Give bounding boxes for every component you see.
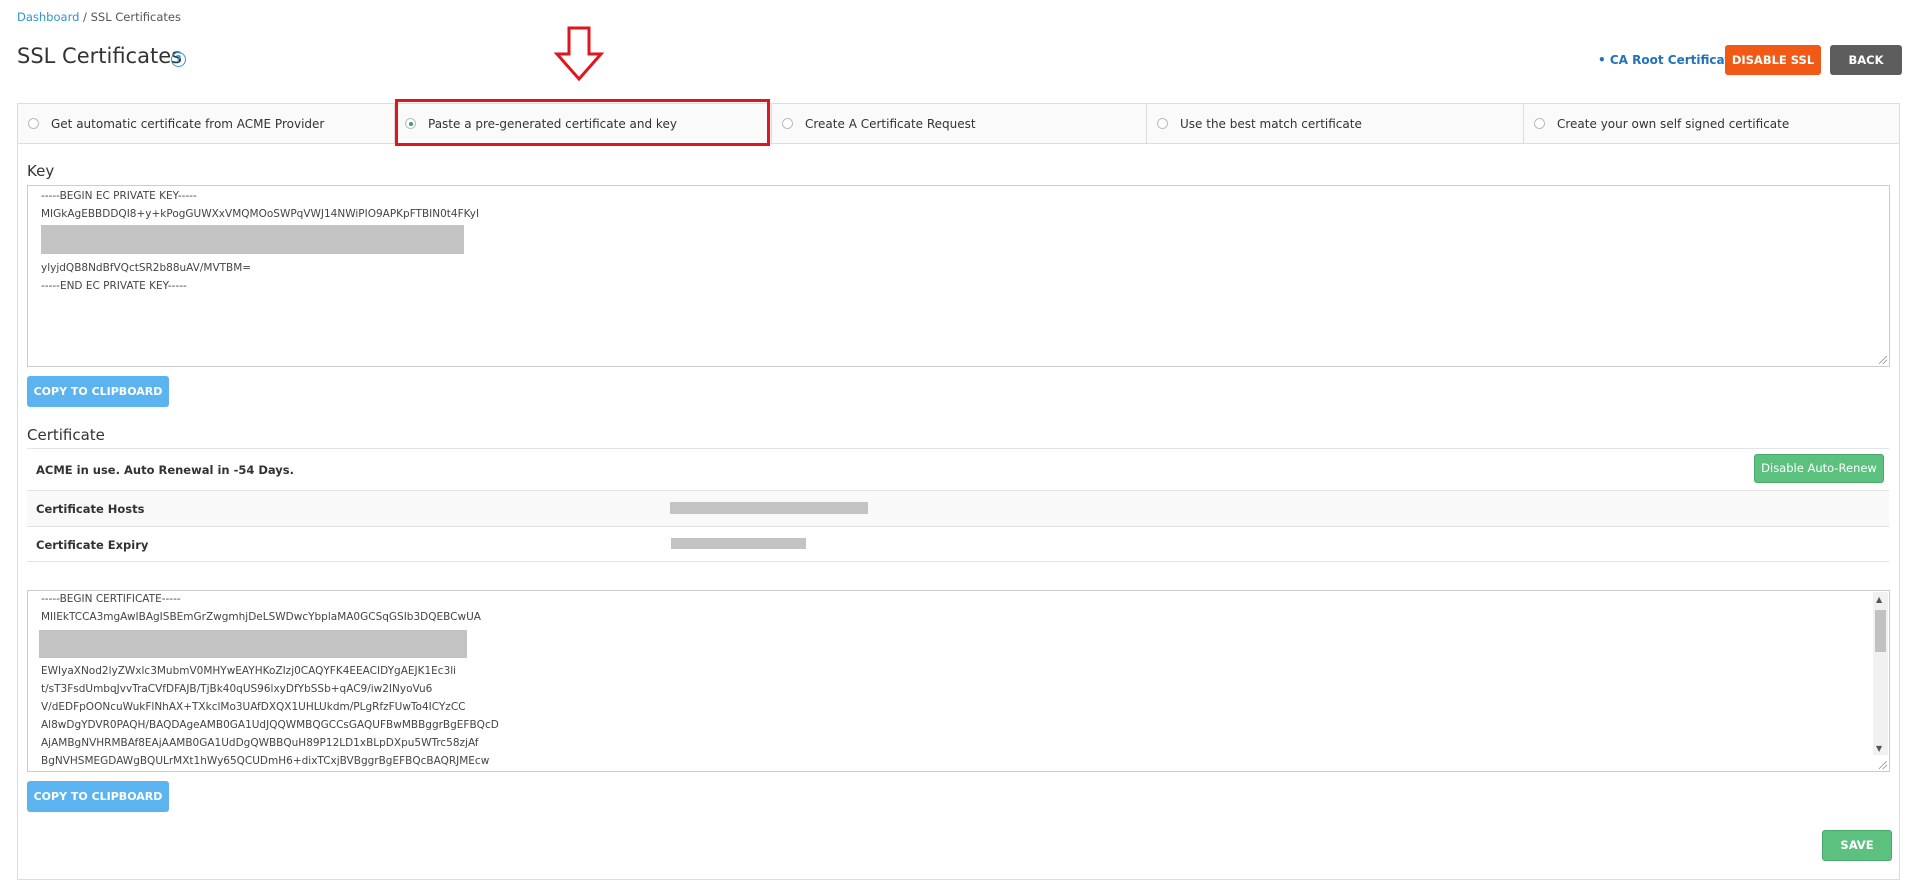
annotation-arrow-icon bbox=[554, 26, 604, 82]
key-line: MIGkAgEBBDDQI8+y+kPogGUWXxVMQMOoSWPqVWJ1… bbox=[41, 208, 480, 220]
certificate-scrollbar[interactable]: ▲ ▼ bbox=[1873, 592, 1888, 755]
copy-key-button[interactable]: COPY TO CLIPBOARD bbox=[27, 376, 169, 407]
certificate-line: MIIEkTCCA3mgAwIBAgISBEmGrZwgmhjDeLSWDwcY… bbox=[41, 611, 481, 623]
radio-certificate-request[interactable] bbox=[782, 118, 793, 129]
certificate-expiry-row: Certificate Expiry bbox=[27, 526, 1889, 562]
certificate-line: EWIyaXNod2lyZWxlc3MubmV0MHYwEAYHKoZIzj0C… bbox=[41, 665, 457, 677]
radio-best-match[interactable] bbox=[1157, 118, 1168, 129]
key-line: ylyjdQB8NdBfVQctSR2b88uAV/MVTBM= bbox=[41, 262, 252, 274]
certificate-line: BgNVHSMEGDAWgBQULrMXt1hWy65QCUDmH6+dixTC… bbox=[41, 755, 490, 767]
key-line: -----BEGIN EC PRIVATE KEY----- bbox=[41, 190, 197, 202]
ca-root-certificate-link[interactable]: • CA Root Certificate bbox=[1598, 53, 1738, 67]
certificate-line: Al8wDgYDVR0PAQH/BAQDAgeAMB0GA1UdJQQWMBQG… bbox=[41, 719, 499, 731]
certificate-section-label: Certificate bbox=[27, 426, 105, 444]
certificate-textarea[interactable]: -----BEGIN CERTIFICATE----- MIIEkTCCA3mg… bbox=[27, 590, 1890, 772]
scroll-down-icon[interactable]: ▼ bbox=[1876, 744, 1882, 753]
redacted-hosts-value bbox=[670, 502, 868, 514]
tab-label: Create A Certificate Request bbox=[805, 116, 976, 131]
page-title: SSL Certificates bbox=[17, 44, 183, 68]
redacted-expiry-value bbox=[671, 538, 806, 549]
breadcrumb-separator: / bbox=[79, 10, 91, 24]
breadcrumb-current: SSL Certificates bbox=[90, 10, 181, 24]
certificate-line: V/dEDFpOONcuWukFlNhAX+TXkclMo3UAfDXQX1UH… bbox=[41, 701, 466, 713]
acme-status-text: ACME in use. Auto Renewal in -54 Days. bbox=[36, 463, 295, 477]
help-icon[interactable]: ? bbox=[171, 52, 186, 67]
tab-label: Use the best match certificate bbox=[1180, 116, 1362, 131]
certificate-hosts-row: Certificate Hosts bbox=[27, 490, 1889, 526]
breadcrumb-dashboard-link[interactable]: Dashboard bbox=[17, 10, 79, 24]
key-textarea[interactable]: -----BEGIN EC PRIVATE KEY----- MIGkAgEBB… bbox=[27, 185, 1890, 367]
radio-acme-provider[interactable] bbox=[28, 118, 39, 129]
radio-self-signed[interactable] bbox=[1534, 118, 1545, 129]
textarea-resize-handle[interactable] bbox=[1879, 356, 1887, 364]
disable-autorenew-button[interactable]: Disable Auto-Renew bbox=[1754, 454, 1884, 483]
certificate-line: AjAMBgNVHRMBAf8EAjAAMB0GA1UdDgQWBBQuH89P… bbox=[41, 737, 479, 749]
certificate-expiry-label: Certificate Expiry bbox=[36, 538, 149, 552]
key-line: -----END EC PRIVATE KEY----- bbox=[41, 280, 187, 292]
key-section-label: Key bbox=[27, 162, 55, 180]
acme-status-row: ACME in use. Auto Renewal in -54 Days. D… bbox=[27, 448, 1889, 490]
redacted-block bbox=[41, 225, 464, 254]
scroll-up-icon[interactable]: ▲ bbox=[1876, 595, 1882, 604]
scrollbar-thumb[interactable] bbox=[1875, 610, 1886, 652]
textarea-resize-handle[interactable] bbox=[1879, 761, 1887, 769]
tab-acme-provider[interactable]: Get automatic certificate from ACME Prov… bbox=[18, 104, 395, 143]
tab-self-signed[interactable]: Create your own self signed certificate bbox=[1524, 104, 1899, 143]
breadcrumb: Dashboard / SSL Certificates bbox=[17, 10, 181, 24]
annotation-highlight-box bbox=[395, 99, 770, 146]
certificate-hosts-label: Certificate Hosts bbox=[36, 502, 145, 516]
save-button[interactable]: SAVE bbox=[1822, 830, 1892, 861]
tab-label: Get automatic certificate from ACME Prov… bbox=[51, 116, 325, 131]
tab-certificate-request[interactable]: Create A Certificate Request bbox=[772, 104, 1147, 143]
back-button[interactable]: BACK bbox=[1830, 45, 1902, 75]
certificate-line: t/sT3FsdUmbqJvvTraCVfDFAJB/TjBk40qUS96lx… bbox=[41, 683, 433, 695]
redacted-block bbox=[39, 630, 467, 658]
certificate-mode-tabs: Get automatic certificate from ACME Prov… bbox=[18, 104, 1899, 144]
copy-certificate-button[interactable]: COPY TO CLIPBOARD bbox=[27, 781, 169, 812]
tab-best-match[interactable]: Use the best match certificate bbox=[1147, 104, 1524, 143]
tab-label: Create your own self signed certificate bbox=[1557, 116, 1790, 131]
disable-ssl-button[interactable]: DISABLE SSL bbox=[1725, 45, 1821, 75]
certificate-line: -----BEGIN CERTIFICATE----- bbox=[41, 593, 181, 605]
